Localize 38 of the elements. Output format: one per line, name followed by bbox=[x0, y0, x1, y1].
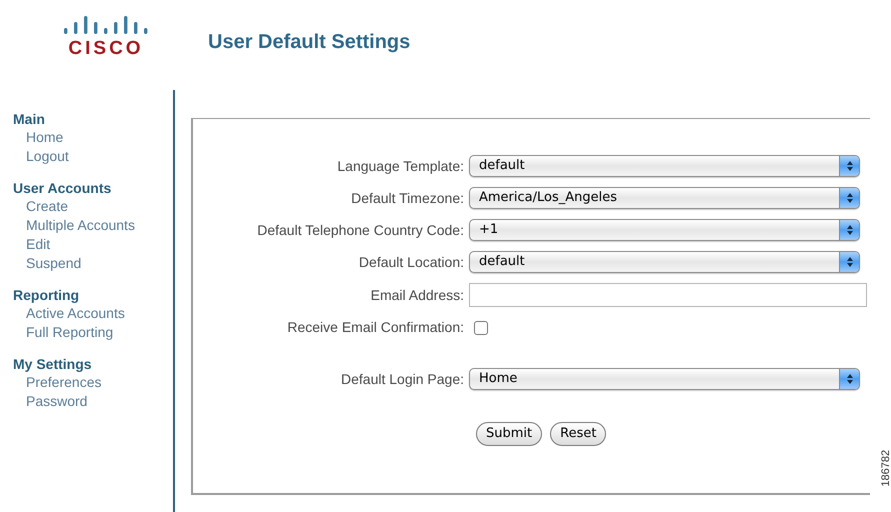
nav-link[interactable]: Preferences bbox=[26, 373, 102, 392]
stepper-icon bbox=[846, 192, 854, 204]
nav-link[interactable]: Password bbox=[26, 392, 88, 411]
nav-link[interactable]: Edit bbox=[26, 235, 50, 254]
logo-drawing: CISCO bbox=[62, 12, 150, 58]
form-button[interactable]: Submit bbox=[476, 422, 542, 446]
nav-link[interactable]: Logout bbox=[26, 147, 69, 166]
nav-link[interactable]: Full Reporting bbox=[26, 323, 114, 342]
dropdown[interactable]: Home bbox=[469, 368, 860, 390]
field-label: Default Location: bbox=[358, 252, 465, 272]
stepper-icon bbox=[846, 256, 854, 268]
dropdown[interactable]: +1 bbox=[469, 219, 860, 241]
nav-heading: My Settings bbox=[13, 356, 92, 373]
stepper-icon bbox=[846, 373, 854, 385]
nav-heading: Main bbox=[13, 111, 45, 128]
checkbox[interactable] bbox=[474, 320, 488, 334]
stepper-icon bbox=[846, 160, 854, 172]
nav-link[interactable]: Multiple Accounts bbox=[26, 216, 135, 235]
field-label: Default Timezone: bbox=[350, 188, 465, 208]
nav-heading: User Accounts bbox=[13, 180, 112, 197]
nav-link[interactable]: Suspend bbox=[26, 254, 82, 273]
figure-number: 186782 bbox=[879, 450, 891, 487]
field-label: Language Template: bbox=[336, 156, 465, 176]
page-title: User Default Settings bbox=[208, 30, 410, 55]
dropdown[interactable]: default bbox=[469, 155, 860, 177]
form-button[interactable]: Reset bbox=[550, 422, 606, 446]
nav-link[interactable]: Home bbox=[26, 128, 64, 147]
stepper-icon bbox=[846, 224, 854, 236]
dropdown[interactable]: default bbox=[469, 251, 860, 273]
field-label: Default Telephone Country Code: bbox=[256, 220, 465, 240]
field-label: Email Address: bbox=[370, 286, 465, 304]
email-input[interactable] bbox=[469, 283, 867, 307]
nav-link[interactable]: Create bbox=[26, 197, 68, 216]
nav-link[interactable]: Active Accounts bbox=[26, 304, 125, 323]
nav-heading: Reporting bbox=[13, 287, 80, 304]
dropdown[interactable]: America/Los_Angeles bbox=[469, 187, 860, 209]
field-label: Default Login Page: bbox=[340, 370, 465, 389]
field-label: Receive Email Confirmation: bbox=[286, 318, 465, 337]
